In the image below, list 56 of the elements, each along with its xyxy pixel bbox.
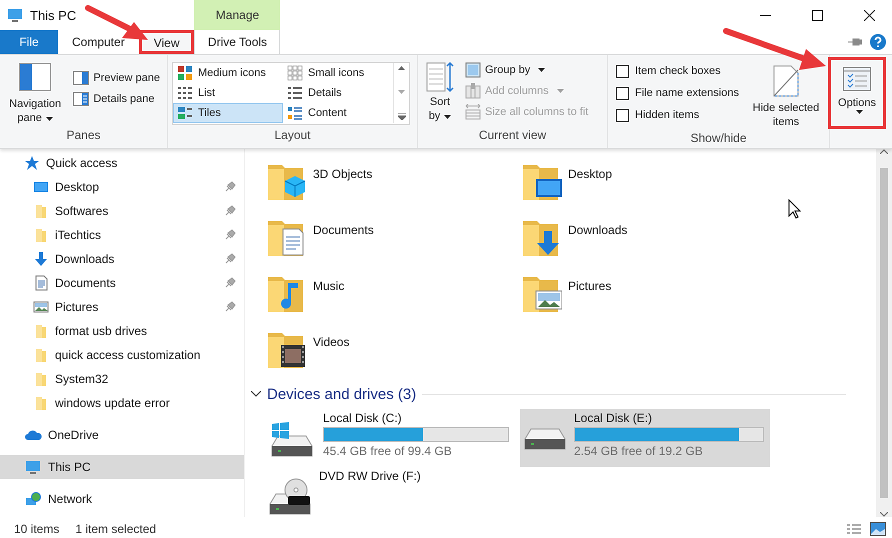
contextual-tab-header: Manage	[194, 0, 280, 30]
nav-item[interactable]: Downloads	[55, 252, 218, 266]
view-command[interactable]: Group by	[462, 59, 592, 80]
layout-option[interactable]: Small icons	[283, 63, 393, 83]
selection-count: 1 item selected	[75, 522, 156, 536]
ribbon-tab[interactable]: Computer	[58, 30, 139, 54]
nav-item[interactable]: Quick access	[46, 156, 236, 170]
nav-item[interactable]: Network	[48, 492, 236, 506]
checkbox[interactable]: Hidden items	[612, 104, 743, 126]
item-count: 10 items	[14, 522, 60, 536]
pane-button[interactable]: Details pane	[70, 88, 163, 109]
nav-item[interactable]: iTechtics	[55, 228, 218, 242]
nav-item[interactable]: System32	[55, 372, 236, 386]
checkbox[interactable]: Item check boxes	[612, 60, 743, 82]
sort-by-button[interactable]: Sort by	[422, 59, 458, 128]
file-tab[interactable]: File	[0, 30, 58, 54]
nav-item[interactable]: OneDrive	[48, 428, 236, 442]
nav-item[interactable]: quick access customization	[55, 348, 236, 362]
group-label: Panes	[65, 128, 102, 144]
folder-name[interactable]: Documents	[313, 215, 374, 237]
folder-name[interactable]: Pictures	[568, 271, 612, 293]
pane-button[interactable]: Preview pane	[70, 67, 163, 88]
drive-name: Local Disk (E:)	[574, 411, 654, 425]
nav-item[interactable]: format usb drives	[55, 324, 236, 338]
section-header[interactable]: Devices and drives (3)	[267, 386, 416, 402]
options-button[interactable]: Options	[830, 59, 884, 127]
ribbon-tab[interactable]: View	[138, 30, 194, 54]
nav-item[interactable]: Pictures	[55, 300, 218, 314]
nav-item[interactable]: Softwares	[55, 204, 218, 218]
drive-name: Local Disk (C:)	[323, 411, 403, 425]
drive-tile[interactable]: DVD RW Drive (F:)	[265, 467, 515, 525]
hide-selected-items-button[interactable]: Hide selected items	[746, 59, 825, 131]
layout-option[interactable]: Details	[283, 83, 393, 103]
group-label: Layout	[273, 128, 312, 144]
folder-name[interactable]: Videos	[313, 327, 350, 349]
layout-option[interactable]: Medium icons	[173, 63, 283, 83]
drive-tile[interactable]: Local Disk (C:) 45.4 GB free of 99.4 GB	[265, 409, 515, 467]
nav-item[interactable]: Desktop	[55, 180, 218, 194]
layout-option[interactable]: Tiles	[173, 103, 283, 123]
folder-name[interactable]: Music	[313, 271, 344, 293]
window-title: This PC	[30, 8, 76, 22]
free-space-text: 2.54 GB free of 19.2 GB	[574, 444, 704, 458]
layout-option[interactable]: Content	[283, 103, 393, 123]
nav-item[interactable]: Documents	[55, 276, 218, 290]
navigation-pane-button[interactable]: Navigation pane	[4, 59, 66, 128]
group-label: Show/hide	[689, 131, 748, 147]
free-space-text: 45.4 GB free of 99.4 GB	[323, 444, 453, 458]
folder-name[interactable]: Desktop	[568, 159, 612, 181]
folder-name[interactable]: Downloads	[568, 215, 628, 237]
group-label: Current view	[478, 128, 548, 144]
layout-option[interactable]: List	[173, 83, 283, 103]
drive-name: DVD RW Drive (F:)	[319, 469, 422, 483]
checkbox[interactable]: File name extensions	[612, 82, 743, 104]
nav-item[interactable]: windows update error	[55, 396, 236, 410]
drive-tile[interactable]: Local Disk (E:) 2.54 GB free of 19.2 GB	[520, 409, 770, 467]
folder-name[interactable]: 3D Objects	[313, 159, 372, 181]
